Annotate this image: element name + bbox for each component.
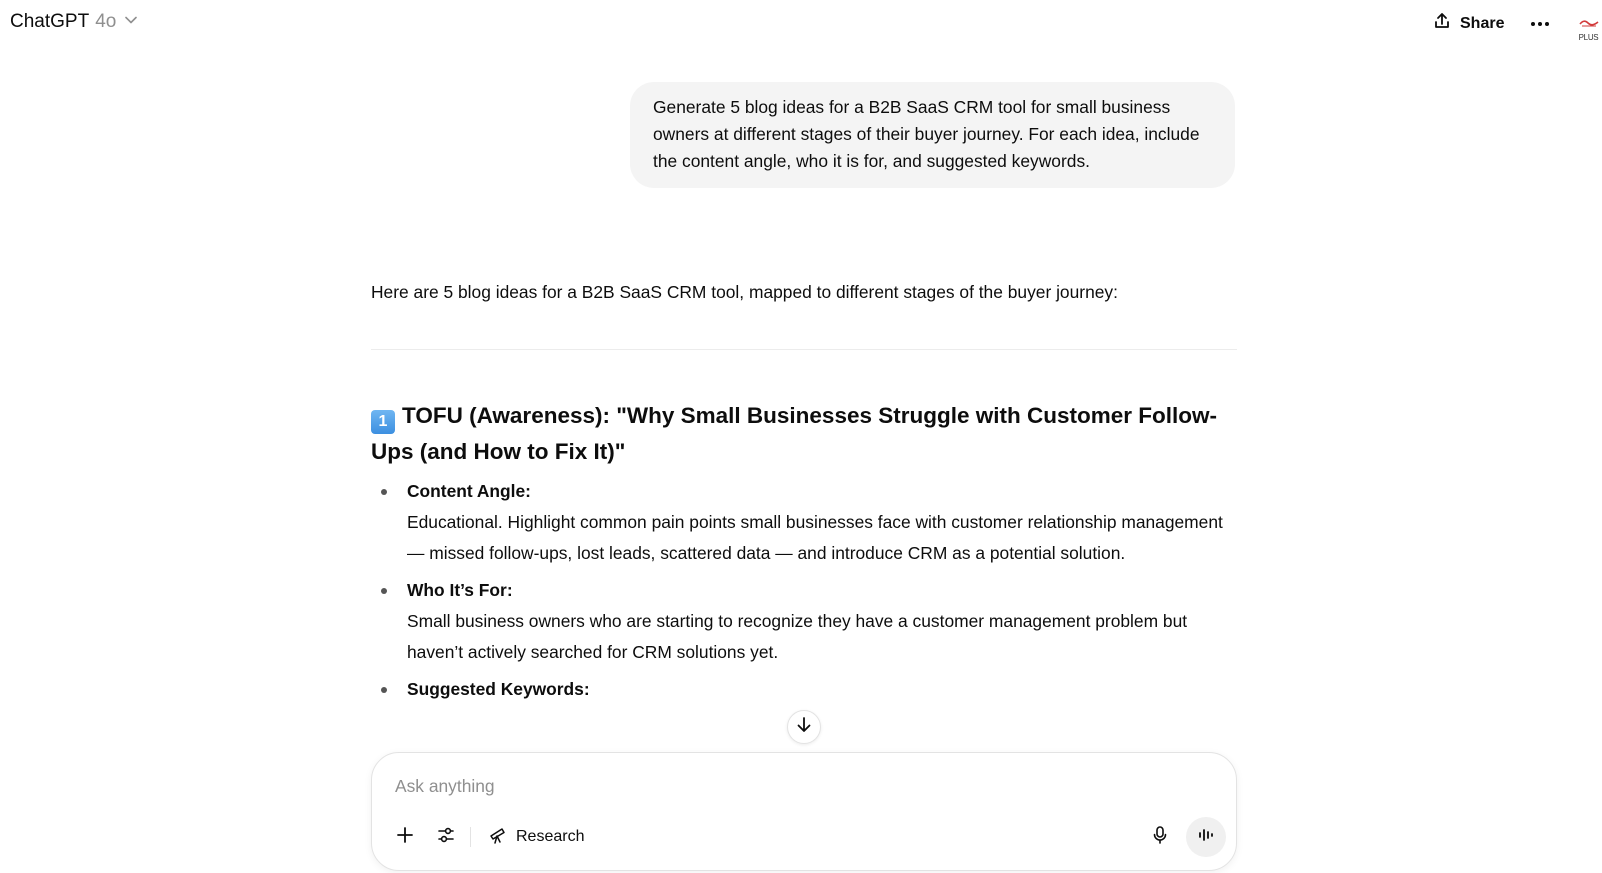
bullet-text: Educational. Highlight common pain point… — [407, 512, 1223, 563]
user-message-text: Generate 5 blog ideas for a B2B SaaS CRM… — [653, 97, 1200, 171]
section-bullets: Content Angle: Educational. Highlight co… — [371, 478, 1237, 703]
top-bar: ChatGPT 4o Share PLUS — [0, 0, 1602, 50]
dictate-button[interactable] — [1143, 819, 1177, 855]
model-version: 4o — [95, 11, 117, 32]
sliders-icon — [436, 825, 456, 850]
assistant-intro: Here are 5 blog ideas for a B2B SaaS CRM… — [371, 282, 1118, 302]
section-heading: 1 TOFU (Awareness): "Why Small Businesses… — [371, 398, 1237, 470]
plan-badge: PLUS — [1578, 33, 1599, 42]
share-button[interactable]: Share — [1432, 11, 1504, 36]
telescope-icon — [488, 825, 508, 850]
model-switcher[interactable]: ChatGPT 4o — [10, 11, 138, 33]
share-label: Share — [1460, 14, 1505, 32]
avatar-logo-icon — [1578, 14, 1600, 32]
research-label: Research — [516, 828, 585, 845]
tools-button[interactable] — [429, 819, 463, 855]
attach-button[interactable] — [388, 819, 422, 855]
toolbar-divider — [470, 827, 471, 847]
research-button[interactable]: Research — [480, 819, 592, 855]
more-options-button[interactable] — [1528, 12, 1552, 34]
section-heading-text: TOFU (Awareness): "Why Small Businesses … — [371, 403, 1217, 464]
chevron-down-icon — [122, 11, 138, 33]
section-divider — [371, 349, 1237, 350]
user-message-bubble: Generate 5 blog ideas for a B2B SaaS CRM… — [630, 82, 1235, 188]
chatgpt-page: ChatGPT 4o Share PLUS Generate 5 blog id… — [0, 0, 1602, 873]
list-item: Who It’s For: Small business owners who … — [371, 577, 1237, 668]
user-avatar[interactable]: PLUS — [1575, 14, 1602, 50]
voice-waveform-icon — [1197, 826, 1215, 849]
voice-mode-button[interactable] — [1186, 817, 1226, 857]
bullet-title: Who It’s For: — [407, 580, 513, 600]
share-upload-icon — [1432, 11, 1452, 36]
list-item: Suggested Keywords: — [371, 676, 1237, 703]
list-item: Content Angle: Educational. Highlight co… — [371, 478, 1237, 569]
microphone-icon — [1150, 825, 1170, 850]
model-name: ChatGPT — [10, 11, 90, 32]
more-dots-icon — [1530, 14, 1550, 32]
bullet-title: Suggested Keywords: — [407, 679, 590, 699]
plus-icon — [395, 825, 415, 850]
bullet-text: Small business owners who are starting t… — [407, 611, 1188, 662]
scroll-to-bottom-button[interactable] — [787, 710, 821, 744]
bullet-title: Content Angle: — [407, 481, 531, 501]
prompt-input[interactable] — [395, 771, 1175, 801]
keycap-number-icon: 1 — [371, 410, 395, 434]
message-composer: Research — [371, 752, 1237, 871]
arrow-down-icon — [795, 716, 813, 739]
assistant-message: Here are 5 blog ideas for a B2B SaaS CRM… — [371, 278, 1237, 711]
